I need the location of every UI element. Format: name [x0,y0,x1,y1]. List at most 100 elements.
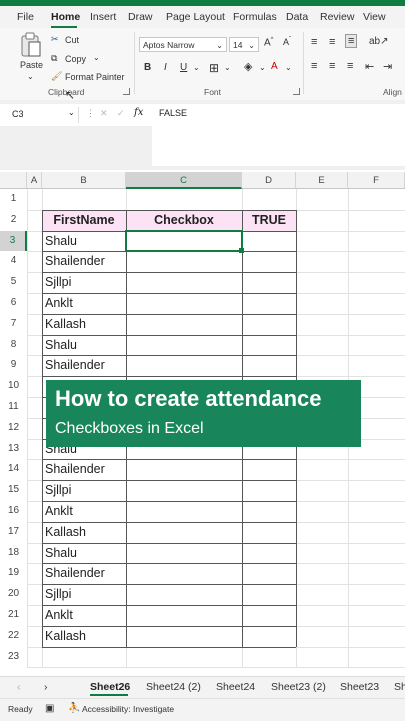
font-size-combo[interactable]: 14 ⌄ [229,37,259,52]
row-header-12[interactable]: 12 [0,417,27,439]
copy-icon[interactable]: ⧉ [51,53,57,64]
row-header-10[interactable]: 10 [0,376,27,397]
row-header-4[interactable]: 4 [0,251,27,273]
name-cell[interactable]: Anklt [42,293,126,314]
sheet-tab-truncated[interactable]: Sh [394,681,405,693]
tab-formulas[interactable]: Formulas [233,11,277,23]
orientation-icon[interactable]: ab↗ [369,36,389,47]
scissors-icon[interactable]: ✂ [51,34,59,45]
name-cell[interactable]: Shailender [42,459,126,480]
row-header-16[interactable]: 16 [0,501,27,522]
formula-input[interactable]: FALSE [159,108,187,118]
bold-button[interactable]: B [144,62,151,73]
decrease-font-icon[interactable]: Aˇ [283,37,291,47]
fill-handle[interactable] [239,248,244,254]
tab-home[interactable]: Home [51,11,80,23]
fill-dropdown-icon[interactable]: ⌄ [259,63,266,72]
name-cell[interactable]: Sjllpi [42,272,126,293]
sheet-tab-sheet24[interactable]: Sheet24 [216,681,255,693]
align-top-icon[interactable]: ≡ [311,36,317,48]
row-header-1[interactable]: 1 [0,189,27,210]
align-bottom-icon[interactable]: ≡ [345,34,358,48]
row-header-8[interactable]: 8 [0,334,27,356]
enter-icon[interactable]: ✓ [117,108,125,119]
borders-icon[interactable]: ⊞ [209,61,219,75]
sheet-tab-sheet23-2[interactable]: Sheet23 (2) [271,681,326,693]
name-cell[interactable]: Shailender [42,355,126,376]
row-header-14[interactable]: 14 [0,459,27,481]
align-center-icon[interactable]: ≡ [329,60,335,72]
scroll-left-icon[interactable]: ‹ [17,681,21,693]
row-header-20[interactable]: 20 [0,584,27,605]
row-header-19[interactable]: 19 [0,563,27,585]
name-cell[interactable]: Sjllpi [42,480,126,501]
tab-data[interactable]: Data [286,11,308,23]
underline-button[interactable]: U [180,62,187,73]
format-painter-icon[interactable]: 🖌 [51,71,62,82]
accessibility-status[interactable]: Accessibility: Investigate [82,704,174,714]
name-cell[interactable]: Anklt [42,501,126,522]
name-cell[interactable]: Shailender [42,251,126,272]
clipboard-launcher-icon[interactable] [123,88,130,95]
name-cell[interactable]: Anklt [42,605,126,626]
sheet-tab-sheet26[interactable]: Sheet26 [90,681,130,693]
table-header-cell[interactable]: FirstName [42,209,126,231]
copy-button[interactable]: Copy [65,54,86,64]
paste-label[interactable]: Paste [20,60,43,70]
accessibility-icon[interactable]: ⛹ [68,703,80,714]
row-header-6[interactable]: 6 [0,293,27,314]
row-header-13[interactable]: 13 [0,438,27,460]
row-header-17[interactable]: 17 [0,521,27,543]
name-cell[interactable]: Shalu [42,543,126,564]
font-launcher-icon[interactable] [293,88,300,95]
chevron-down-icon[interactable]: ⌄ [68,108,75,117]
row-header-2[interactable]: 2 [0,209,27,231]
table-header-cell[interactable]: TRUE [242,209,296,231]
column-header-e[interactable]: E [296,172,348,189]
column-header-b[interactable]: B [42,172,126,189]
sheet-tab-sheet24-2[interactable]: Sheet24 (2) [146,681,201,693]
align-right-icon[interactable]: ≡ [347,60,353,72]
macro-record-icon[interactable]: ▣ [45,703,54,714]
row-header-21[interactable]: 21 [0,605,27,626]
font-name-combo[interactable]: Aptos Narrow ⌄ [139,37,227,52]
sheet-tab-sheet23[interactable]: Sheet23 [340,681,379,693]
name-cell[interactable]: Kallash [42,522,126,543]
fill-color-icon[interactable]: ◈ [244,60,252,73]
table-header-cell[interactable]: Checkbox [126,209,242,231]
tab-file[interactable]: File [17,11,34,23]
name-cell[interactable]: Shailender [42,563,126,584]
select-all-corner[interactable] [0,172,27,189]
name-cell[interactable]: Kallash [42,314,126,335]
row-header-22[interactable]: 22 [0,625,27,647]
italic-button[interactable]: I [164,62,167,73]
name-cell[interactable]: Kallash [42,626,126,647]
selected-cell-c3[interactable] [125,229,243,253]
paste-button[interactable] [20,32,42,60]
cut-button[interactable]: Cut [65,35,79,45]
row-header-7[interactable]: 7 [0,313,27,335]
row-header-15[interactable]: 15 [0,480,27,501]
format-painter-button[interactable]: Format Painter [65,72,125,82]
align-left-icon[interactable]: ≡ [311,60,317,72]
insert-function-button[interactable]: fx [134,107,143,118]
name-box[interactable]: C3 ⌄ [4,107,79,123]
column-header-c[interactable]: C [126,172,242,189]
column-header-f[interactable]: F [348,172,405,189]
tab-review[interactable]: Review [320,11,354,23]
underline-dropdown-icon[interactable]: ⌄ [193,63,200,72]
row-header-23[interactable]: 23 [0,646,27,668]
row-header-11[interactable]: 11 [0,397,27,418]
tab-page-layout[interactable]: Page Layout [166,11,225,23]
tab-draw[interactable]: Draw [128,11,153,23]
font-color-dropdown-icon[interactable]: ⌄ [285,63,292,72]
paste-dropdown-icon[interactable]: ⌄ [27,72,34,81]
copy-dropdown-icon[interactable]: ⌄ [93,53,100,62]
increase-font-icon[interactable]: A^ [264,37,274,48]
row-header-9[interactable]: 9 [0,355,27,377]
row-header-3[interactable]: 3 [0,230,27,252]
cancel-icon[interactable]: ✕ [100,108,108,119]
name-cell[interactable]: Shalu [42,335,126,356]
scroll-right-icon[interactable]: › [44,681,48,693]
column-header-a[interactable]: A [27,172,42,189]
